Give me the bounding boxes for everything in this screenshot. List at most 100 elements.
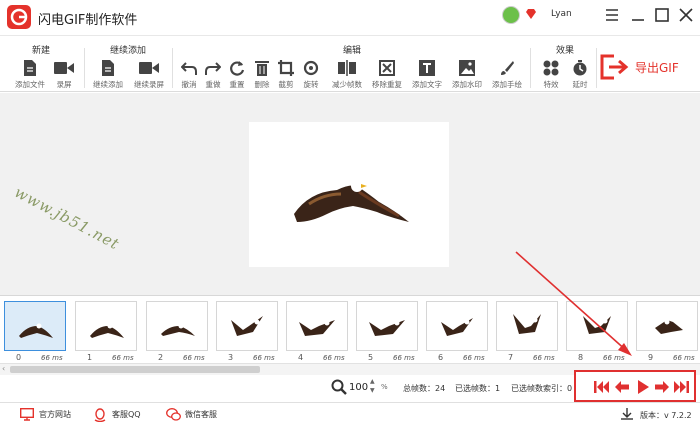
- effects-button[interactable]: 特效: [538, 60, 564, 90]
- frame-thumbnail[interactable]: 5 66 ms: [354, 299, 420, 362]
- title-bar: 闪电GIF制作软件 Lyan: [0, 0, 700, 36]
- monitor-icon: [20, 408, 34, 421]
- qq-icon: [94, 408, 106, 422]
- wechat-support-link[interactable]: 微信客服: [166, 407, 236, 423]
- frame-thumb-image: [356, 301, 418, 351]
- redo-icon: [205, 62, 221, 75]
- zoom-icon[interactable]: [331, 379, 347, 395]
- delay-button[interactable]: 延时: [567, 60, 593, 90]
- group-label-continue-add: 继续添加: [110, 46, 147, 56]
- group-label-new: 新建: [32, 46, 51, 56]
- hamburger-icon: [606, 9, 618, 21]
- continue-record-button[interactable]: 继续录屏: [131, 60, 167, 90]
- add-file-button[interactable]: 添加文件: [12, 60, 48, 90]
- frame-thumb-image: [426, 301, 488, 351]
- zoom-unit: %: [381, 383, 388, 391]
- rotate-icon: [303, 60, 319, 76]
- eagle-image: [441, 318, 473, 336]
- download-icon[interactable]: [621, 408, 633, 420]
- text-icon: [419, 60, 435, 76]
- wechat-icon: [166, 408, 181, 421]
- eagle-image: [90, 323, 124, 338]
- add-watermark-button[interactable]: 添加水印: [450, 60, 484, 90]
- last-frame-icon[interactable]: [673, 380, 689, 394]
- delete-button[interactable]: 删除: [251, 60, 273, 90]
- status-bar: 100 ▲ ▼ % 总帧数：24 已选帧数：1 已选帧数索引：0: [0, 370, 700, 403]
- record-button[interactable]: 录屏: [52, 60, 76, 90]
- frame-thumbnail[interactable]: 4 66 ms: [284, 299, 350, 362]
- remove-frame-icon: [379, 60, 395, 76]
- frame-thumb-image: [216, 301, 278, 351]
- vip-badge-icon[interactable]: [525, 8, 537, 20]
- video-camera-icon: [54, 62, 74, 74]
- group-label-edit: 编辑: [343, 46, 362, 56]
- clock-icon: [573, 60, 587, 76]
- crop-icon: [278, 60, 294, 76]
- export-gif-button[interactable]: 导出GIF: [600, 52, 690, 82]
- qq-support-link[interactable]: 客服QQ: [93, 407, 153, 423]
- film-reduce-icon: [338, 60, 356, 76]
- group-label-effects: 效果: [556, 46, 575, 56]
- frame-thumbnail[interactable]: 3 66 ms: [214, 299, 280, 362]
- undo-button[interactable]: 撤消: [178, 60, 200, 90]
- zoom-value-input[interactable]: 100: [349, 382, 368, 393]
- next-frame-icon[interactable]: [654, 380, 670, 394]
- rotate-button[interactable]: 旋转: [300, 60, 322, 90]
- eagle-image: [583, 316, 611, 334]
- zoom-spinner[interactable]: ▲ ▼: [370, 377, 375, 395]
- canvas-area[interactable]: www.jb51.net: [0, 93, 700, 295]
- frame-thumbnail[interactable]: 8 66 ms: [564, 299, 630, 362]
- watermark-text: www.jb51.net: [11, 183, 123, 254]
- scroll-left-icon[interactable]: ‹: [2, 364, 5, 373]
- scrollbar-thumb[interactable]: [10, 366, 260, 373]
- play-icon[interactable]: [635, 380, 651, 394]
- crop-button[interactable]: 截剪: [275, 60, 297, 90]
- total-frames: 总帧数：24: [403, 384, 446, 393]
- maximize-button[interactable]: [650, 4, 674, 26]
- user-avatar[interactable]: [502, 6, 520, 24]
- user-name[interactable]: Lyan: [551, 9, 572, 19]
- reduce-frames-button[interactable]: 减少帧数: [330, 60, 364, 90]
- frame-thumbnail[interactable]: 6 66 ms: [424, 299, 490, 362]
- close-icon: [679, 8, 693, 22]
- frame-thumb-image: [286, 301, 348, 351]
- previous-frame-icon[interactable]: [614, 380, 630, 394]
- toolbar: 新建 继续添加 编辑 效果 添加文件 录屏 继续添加 继续录屏 撤消 重做 重置…: [0, 40, 700, 92]
- selected-frame-index: 已选帧数索引：0: [511, 384, 573, 393]
- frame-thumbnail[interactable]: 7 66 ms: [494, 299, 560, 362]
- file-icon: [24, 60, 36, 76]
- frame-thumb-image: [636, 301, 698, 351]
- reset-button[interactable]: 重置: [226, 60, 248, 90]
- export-icon: [600, 54, 629, 80]
- frame-thumb-image: [146, 301, 208, 351]
- video-camera-icon: [139, 62, 159, 74]
- frame-thumbnail[interactable]: 0 66 ms: [2, 299, 68, 362]
- add-handwriting-button[interactable]: 添加手绘: [490, 60, 524, 90]
- close-button[interactable]: [674, 4, 698, 26]
- first-frame-icon[interactable]: [594, 380, 610, 394]
- undo-icon: [181, 62, 197, 75]
- eagle-image: [369, 320, 405, 336]
- frame-thumbnail[interactable]: 1 66 ms: [73, 299, 139, 362]
- minimize-button[interactable]: [626, 4, 650, 26]
- frame-thumbnail[interactable]: 9 66 ms: [634, 299, 700, 362]
- refresh-icon: [230, 61, 245, 76]
- add-text-button[interactable]: 添加文字: [410, 60, 444, 90]
- menu-button[interactable]: [600, 4, 624, 26]
- app-logo: [7, 5, 31, 29]
- remove-duplicates-button[interactable]: 移除重复: [370, 60, 404, 90]
- frame-thumbnail[interactable]: 2 66 ms: [144, 299, 210, 362]
- toolbar-divider: [84, 48, 85, 88]
- eagle-image: [299, 320, 335, 336]
- redo-button[interactable]: 重做: [202, 60, 224, 90]
- continue-add-button[interactable]: 继续添加: [90, 60, 126, 90]
- official-site-link[interactable]: 官方网站: [20, 407, 90, 423]
- toolbar-divider: [596, 48, 597, 88]
- eagle-image: [161, 323, 195, 336]
- brush-icon: [501, 61, 514, 75]
- eagle-image: [655, 319, 683, 334]
- minimize-icon: [632, 19, 644, 21]
- toolbar-divider: [530, 48, 531, 88]
- file-icon: [102, 60, 114, 76]
- gif-preview[interactable]: [249, 122, 449, 267]
